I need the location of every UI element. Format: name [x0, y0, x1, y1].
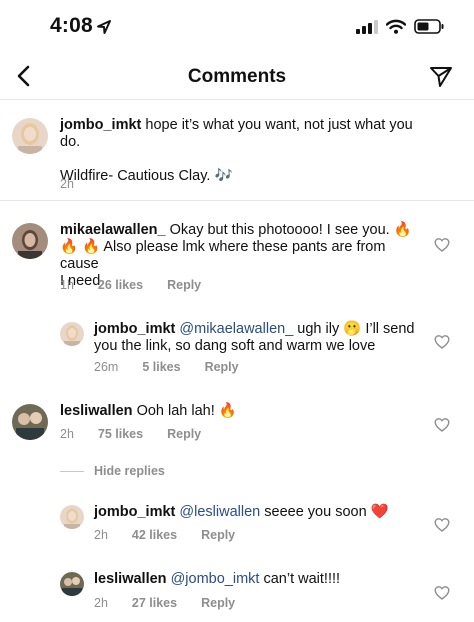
comment-likes[interactable]: 5 likes	[142, 360, 180, 374]
heart-outline-icon[interactable]	[434, 334, 450, 350]
comment-username[interactable]: lesliwallen	[60, 403, 133, 419]
hide-replies-button[interactable]: Hide replies	[60, 464, 165, 478]
comment-likes[interactable]: 75 likes	[98, 427, 143, 441]
reply-button[interactable]: Reply	[205, 360, 239, 374]
nav-bar: Comments	[0, 54, 474, 100]
comment-meta: 2h	[60, 177, 74, 191]
comment-text-line: 🔥 🔥 Also please lmk where these pants ar…	[60, 239, 386, 272]
share-button[interactable]	[426, 62, 456, 92]
comment-time: 26m	[94, 360, 119, 374]
avatar[interactable]	[60, 572, 84, 596]
comment-time: 2h	[94, 596, 108, 610]
comment-username[interactable]: lesliwallen	[94, 571, 167, 587]
comment-text: jombo_imkt hope it’s what you want, not …	[60, 117, 420, 185]
battery-icon	[414, 19, 444, 34]
comment-text-line: Wildfire- Cautious Clay. 🎶	[60, 168, 233, 184]
comment-meta: 2h 75 likes Reply	[60, 427, 201, 441]
hide-replies-label: Hide replies	[94, 464, 165, 478]
status-time: 4:08	[50, 14, 93, 37]
comment-meta: 2h 27 likes Reply	[94, 596, 235, 610]
paper-plane-icon	[430, 67, 452, 87]
comment-text-line: Okay but this photoooo! I see you. 🔥	[169, 222, 412, 238]
mention-link[interactable]: @mikaelawallen_	[179, 321, 293, 337]
comment-meta: 2h 42 likes Reply	[94, 528, 235, 542]
comment: lesliwallen Ooh lah lah! 🔥 2h 75 likes R…	[0, 390, 474, 460]
comment-meta: 1h 26 likes Reply	[60, 278, 201, 292]
heart-outline-icon[interactable]	[434, 237, 450, 253]
comment-username[interactable]: jombo_imkt	[94, 504, 175, 520]
mention-link[interactable]: @jombo_imkt	[171, 571, 260, 587]
comment-text-line: can’t wait!!!!	[263, 571, 341, 587]
caption-comment: jombo_imkt hope it’s what you want, not …	[0, 100, 474, 200]
comment-text-line: seeee you soon ❤️	[264, 504, 389, 520]
heart-outline-icon[interactable]	[434, 517, 450, 533]
page-title: Comments	[187, 66, 287, 87]
comment-time: 2h	[60, 427, 74, 441]
status-bar: 4:08	[0, 0, 474, 54]
reply-button[interactable]: Reply	[167, 278, 201, 292]
comment: mikaelawallen_ Okay but this photoooo! I…	[0, 200, 474, 305]
mention-link[interactable]: @lesliwallen	[179, 504, 260, 520]
avatar[interactable]	[12, 118, 48, 154]
cellular-signal-icon	[356, 19, 378, 34]
comment-text-line: Ooh lah lah! 🔥	[136, 403, 237, 419]
comment-username[interactable]: jombo_imkt	[60, 117, 141, 133]
comment-text-line: you the link, so dang soft and warm we l…	[94, 338, 376, 354]
comment-time: 2h	[60, 177, 74, 191]
comment-text: jombo_imkt @mikaelawallen_ ugh ily 🫢 I’l…	[94, 321, 424, 355]
avatar[interactable]	[60, 322, 84, 346]
comment-username[interactable]: jombo_imkt	[94, 321, 175, 337]
reply-comment: jombo_imkt @lesliwallen seeee you soon ❤…	[0, 490, 474, 560]
avatar[interactable]	[60, 505, 84, 529]
comment-time: 2h	[94, 528, 108, 542]
comment-likes[interactable]: 42 likes	[132, 528, 177, 542]
reply-comment: lesliwallen @jombo_imkt can’t wait!!!! 2…	[0, 560, 474, 622]
divider	[60, 470, 84, 472]
status-indicators	[356, 19, 444, 34]
heart-outline-icon[interactable]	[434, 417, 450, 433]
comment-username[interactable]: mikaelawallen_	[60, 222, 166, 238]
reply-button[interactable]: Reply	[201, 596, 235, 610]
comment-time: 1h	[60, 278, 74, 292]
reply-button[interactable]: Reply	[201, 528, 235, 542]
comment-text: lesliwallen Ooh lah lah! 🔥	[60, 403, 420, 420]
comment-text: lesliwallen @jombo_imkt can’t wait!!!!	[94, 571, 424, 588]
comment-likes[interactable]: 27 likes	[132, 596, 177, 610]
reply-button[interactable]: Reply	[167, 427, 201, 441]
heart-outline-icon[interactable]	[434, 585, 450, 601]
comment-meta: 26m 5 likes Reply	[94, 360, 239, 374]
avatar[interactable]	[12, 223, 48, 259]
reply-comment: jombo_imkt @mikaelawallen_ ugh ily 🫢 I’l…	[0, 305, 474, 390]
comment-text: jombo_imkt @lesliwallen seeee you soon ❤…	[94, 504, 424, 521]
location-arrow-icon	[97, 20, 111, 34]
comment-text-line: ugh ily 🫢 I’ll send	[297, 321, 415, 337]
avatar[interactable]	[12, 404, 48, 440]
wifi-icon	[386, 19, 406, 34]
comment-likes[interactable]: 26 likes	[98, 278, 143, 292]
